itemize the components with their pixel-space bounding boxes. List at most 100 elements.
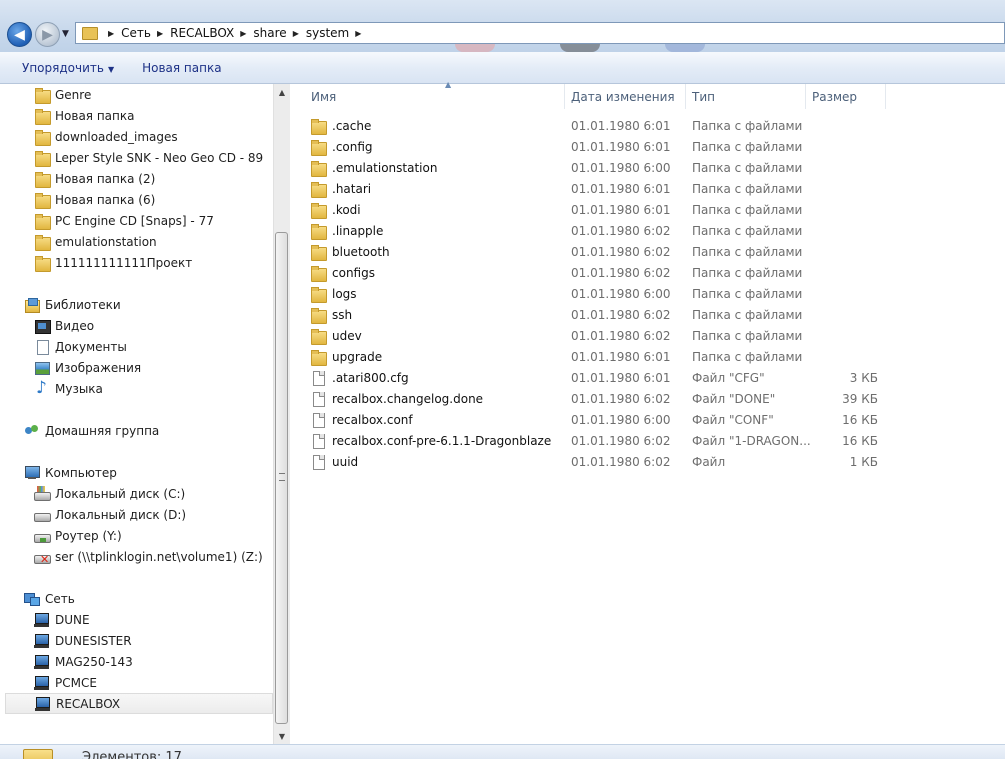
file-row[interactable]: upgrade 01.01.1980 6:01 Папка с файлами	[290, 346, 1005, 367]
folder-icon	[34, 108, 51, 125]
forward-button[interactable]: ▶	[35, 22, 60, 47]
file-type-cell: Папка с файлами	[692, 244, 803, 259]
nav-folder-item[interactable]: 111111111111Проект	[34, 252, 192, 273]
nav-folder-item[interactable]: PC Engine CD [Snaps] - 77	[34, 210, 214, 231]
breadcrumb-system[interactable]: system	[306, 26, 349, 40]
file-row[interactable]: .config 01.01.1980 6:01 Папка с файлами	[290, 136, 1005, 157]
nav-network-mag250[interactable]: MAG250-143	[34, 651, 133, 672]
recent-pages-dropdown-icon[interactable]: ▼	[62, 29, 69, 39]
nav-drive-d[interactable]: Локальный диск (D:)	[34, 504, 186, 525]
file-row[interactable]: bluetooth 01.01.1980 6:02 Папка с файлами	[290, 241, 1005, 262]
file-row[interactable]: recalbox.changelog.done 01.01.1980 6:02 Фа…	[290, 388, 1005, 409]
file-name-cell: uuid	[310, 451, 358, 472]
file-size-cell: 16 КБ	[842, 433, 878, 448]
back-arrow-icon: ◀	[14, 26, 25, 43]
nav-drive-c[interactable]: Локальный диск (C:)	[34, 483, 185, 504]
file-row[interactable]: .linapple 01.01.1980 6:02 Папка с файлами	[290, 220, 1005, 241]
nav-library-documents[interactable]: Документы	[34, 336, 127, 357]
nav-network[interactable]: Сеть	[24, 588, 75, 609]
file-type-cell: Папка с файлами	[692, 349, 803, 364]
nav-folder-item[interactable]: Leper Style SNK - Neo Geo CD - 89	[34, 147, 263, 168]
nav-libraries[interactable]: Библиотеки	[24, 294, 121, 315]
nav-library-video[interactable]: Видео	[34, 315, 94, 336]
nav-folder-item[interactable]: Genre	[34, 84, 91, 105]
file-name-cell: .kodi	[310, 199, 361, 220]
file-name-cell: recalbox.conf-pre-6.1.1-Dragonblaze	[310, 430, 551, 451]
file-row[interactable]: .cache 01.01.1980 6:01 Папка с файлами	[290, 115, 1005, 136]
nav-libraries-label: Библиотеки	[45, 297, 121, 312]
file-type-cell: Папка с файлами	[692, 181, 803, 196]
file-size-cell	[805, 136, 878, 157]
nav-network-pcmce[interactable]: PCMCE	[34, 672, 97, 693]
breadcrumb-separator-icon[interactable]: ▶	[355, 29, 361, 38]
file-icon	[310, 391, 326, 407]
file-type-cell: Папка с файлами	[692, 118, 803, 133]
folder-icon	[34, 213, 51, 230]
file-name: uuid	[332, 454, 359, 469]
scrollbar-thumb[interactable]	[275, 232, 288, 724]
file-size-cell	[805, 262, 878, 283]
file-row[interactable]: .atari800.cfg 01.01.1980 6:01 Файл "CFG" 3 …	[290, 367, 1005, 388]
file-row[interactable]: recalbox.conf 01.01.1980 6:00 Файл "CONF" 1…	[290, 409, 1005, 430]
nav-folder-item[interactable]: Новая папка (6)	[34, 189, 155, 210]
breadcrumb-separator-icon[interactable]: ▶	[293, 29, 299, 38]
nav-pane-scrollbar[interactable]: ▲ ▼	[273, 84, 290, 744]
file-row[interactable]: udev 01.01.1980 6:02 Папка с файлами	[290, 325, 1005, 346]
navigation-pane: Genre Новая папка downloaded_images Lepe…	[0, 84, 290, 744]
file-size-cell	[805, 220, 878, 241]
nav-folder-item[interactable]: downloaded_images	[34, 126, 178, 147]
file-name-cell: recalbox.changelog.done	[310, 388, 483, 409]
nav-library-pictures[interactable]: Изображения	[34, 357, 141, 378]
network-computer-icon	[35, 696, 51, 712]
file-name: .hatari	[332, 181, 372, 196]
nav-homegroup[interactable]: Домашняя группа	[24, 420, 159, 441]
breadcrumb-separator-icon[interactable]: ▶	[108, 29, 114, 38]
file-size-cell	[805, 199, 878, 220]
nav-library-music[interactable]: Музыка	[34, 378, 103, 399]
nav-folder-item[interactable]: Новая папка	[34, 105, 134, 126]
file-row[interactable]: recalbox.conf-pre-6.1.1-Dragonblaze 01.01…	[290, 430, 1005, 451]
column-header-type[interactable]: Тип	[686, 84, 806, 109]
folder-icon	[310, 202, 327, 219]
folder-icon	[310, 265, 327, 282]
file-name: .emulationstation	[332, 160, 438, 175]
nav-drive-y[interactable]: Роутер (Y:)	[34, 525, 122, 546]
file-row[interactable]: uuid 01.01.1980 6:02 Файл 1 КБ	[290, 451, 1005, 472]
organize-button[interactable]: Упорядочить ▼	[22, 61, 114, 75]
nav-item-label: Видео	[55, 318, 95, 333]
nav-folder-item[interactable]: Новая папка (2)	[34, 168, 155, 189]
breadcrumb-network[interactable]: Сеть	[121, 26, 151, 40]
nav-network-dunesister[interactable]: DUNESISTER	[34, 630, 132, 651]
file-date-cell: 01.01.1980 6:01	[571, 202, 671, 217]
file-row[interactable]: .hatari 01.01.1980 6:01 Папка с файлами	[290, 178, 1005, 199]
file-row[interactable]: configs 01.01.1980 6:02 Папка с файлами	[290, 262, 1005, 283]
scroll-down-icon[interactable]: ▼	[274, 728, 290, 744]
nav-computer[interactable]: Компьютер	[24, 462, 117, 483]
scroll-up-icon[interactable]: ▲	[274, 84, 290, 100]
file-row[interactable]: .emulationstation 01.01.1980 6:00 Папка с …	[290, 157, 1005, 178]
column-header-date[interactable]: Дата изменения	[565, 84, 686, 109]
file-name: .cache	[332, 118, 372, 133]
file-date-cell: 01.01.1980 6:00	[571, 412, 671, 427]
column-header-size[interactable]: Размер	[806, 84, 886, 109]
file-row[interactable]: logs 01.01.1980 6:00 Папка с файлами	[290, 283, 1005, 304]
file-name: .kodi	[332, 202, 361, 217]
breadcrumb-separator-icon[interactable]: ▶	[157, 29, 163, 38]
nav-item-label: Роутер (Y:)	[55, 528, 122, 543]
breadcrumb-share[interactable]: share	[253, 26, 286, 40]
nav-drive-z[interactable]: ser (\\tplinklogin.net\volume1) (Z:)	[34, 546, 263, 567]
nav-folder-label: Genre	[55, 87, 92, 102]
nav-item-label: MAG250-143	[55, 654, 133, 669]
new-folder-button[interactable]: Новая папка	[142, 61, 221, 75]
nav-network-dune[interactable]: DUNE	[34, 609, 90, 630]
nav-network-recalbox[interactable]: RECALBOX	[5, 693, 273, 714]
breadcrumb-separator-icon[interactable]: ▶	[240, 29, 246, 38]
file-date-cell: 01.01.1980 6:02	[571, 454, 671, 469]
file-row[interactable]: .kodi 01.01.1980 6:01 Папка с файлами	[290, 199, 1005, 220]
column-header-name[interactable]: Имя ▲	[305, 80, 565, 109]
back-button[interactable]: ◀	[7, 22, 32, 47]
breadcrumb-recalbox[interactable]: RECALBOX	[170, 26, 234, 40]
address-bar[interactable]: ▶ Сеть ▶ RECALBOX ▶ share ▶ system ▶	[75, 22, 1005, 44]
nav-folder-item[interactable]: emulationstation	[34, 231, 157, 252]
file-row[interactable]: ssh 01.01.1980 6:02 Папка с файлами	[290, 304, 1005, 325]
